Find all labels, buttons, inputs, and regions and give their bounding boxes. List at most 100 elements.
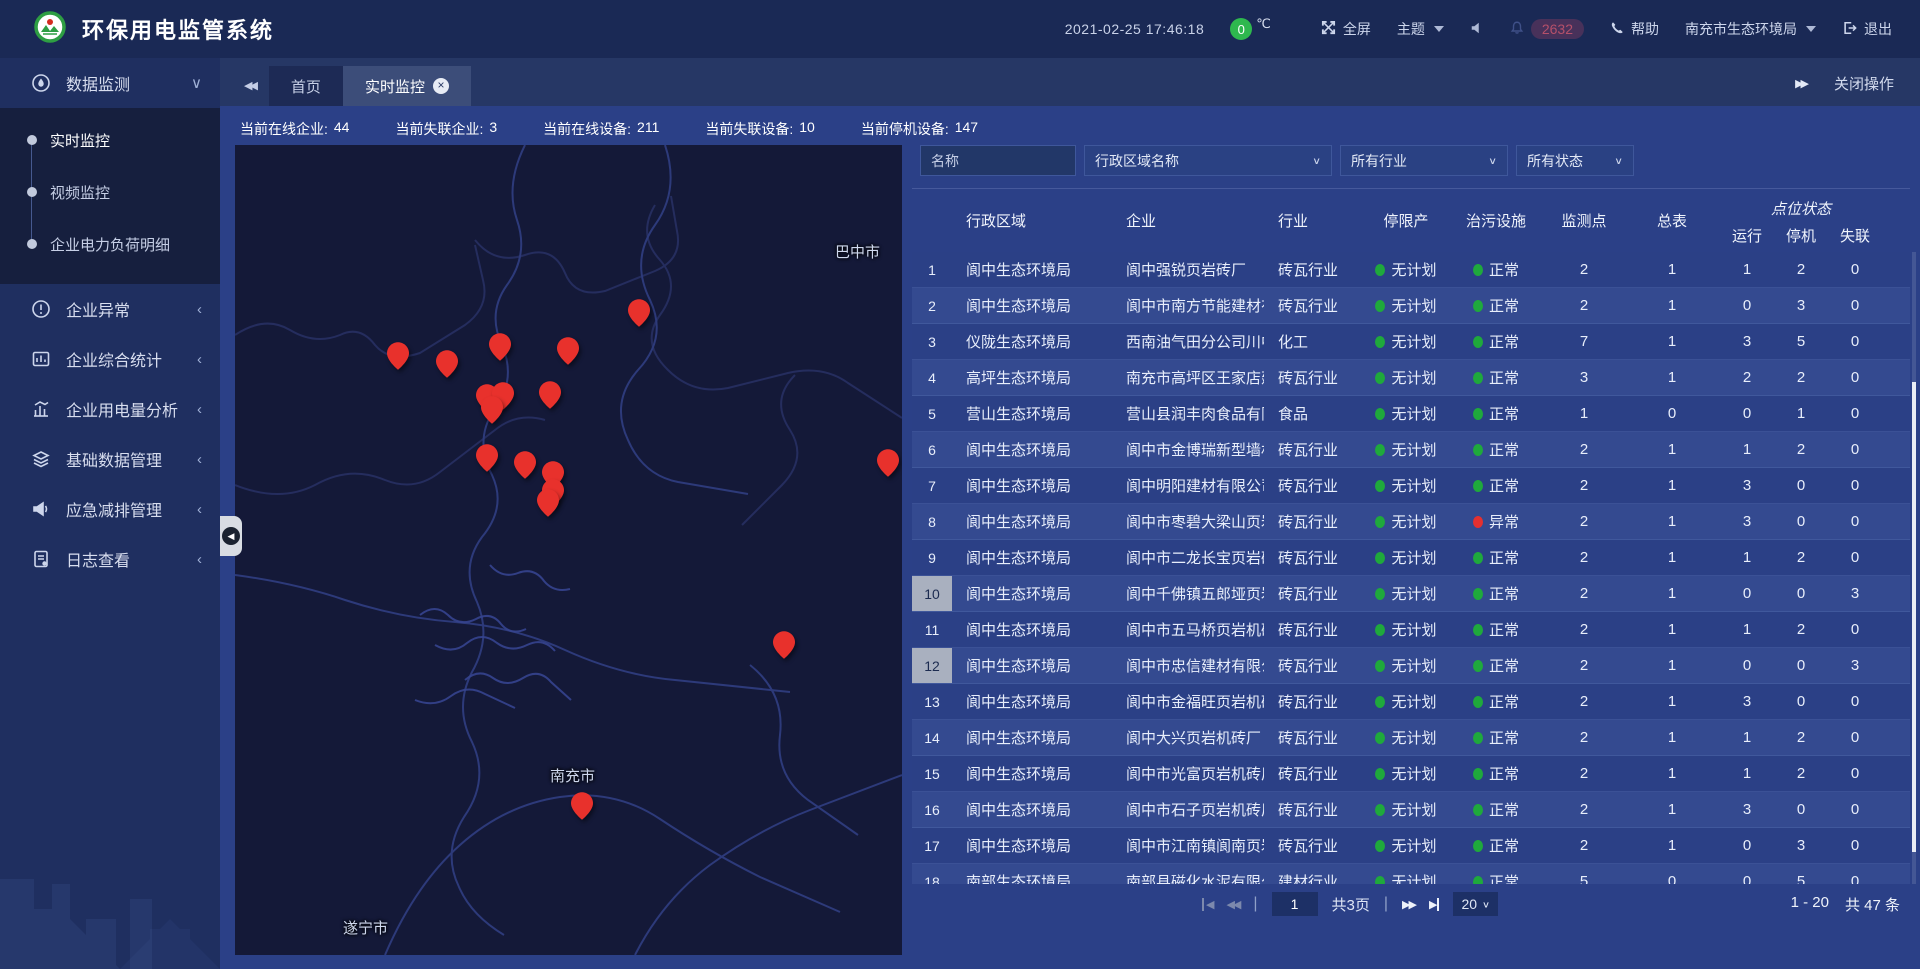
map-pin[interactable]	[387, 342, 409, 370]
map-pin[interactable]	[571, 792, 593, 820]
tabs-scroll-right-button[interactable]: ▶▶	[1795, 77, 1806, 90]
divider: |	[1384, 895, 1388, 913]
tab[interactable]: 实时监控 ×	[343, 66, 471, 106]
cell-meter: 1	[1624, 468, 1720, 503]
cell-meter: 1	[1624, 792, 1720, 827]
tab[interactable]: 首页	[269, 66, 343, 106]
table-row[interactable]: 6 阆中生态环境局 阆中市金博瑞新型墙材 砖瓦行业 无计划 正常 2 1 1 2…	[912, 432, 1910, 468]
status-dot	[1375, 516, 1385, 528]
table-row[interactable]: 16 阆中生态环境局 阆中市石子页岩机砖厂 砖瓦行业 无计划 正常 2 1 3 …	[912, 792, 1910, 828]
status-filter-select[interactable]: 所有状态 ∨	[1516, 145, 1634, 176]
fullscreen-button[interactable]: 全屏	[1321, 19, 1371, 39]
col-halt: 停机	[1774, 219, 1828, 252]
app-logo-icon	[34, 11, 66, 48]
region-filter-select[interactable]: 行政区域名称 ∨	[1084, 145, 1332, 176]
cell-stop-status: 无计划	[1364, 720, 1448, 755]
exit-button[interactable]: 退出	[1842, 19, 1892, 39]
cell-meter: 1	[1624, 432, 1720, 467]
table-row[interactable]: 11 阆中生态环境局 阆中市五马桥页岩机砖 砖瓦行业 无计划 正常 2 1 1 …	[912, 612, 1910, 648]
sidebar-item-layers[interactable]: 基础数据管理 ‹	[0, 434, 220, 484]
table-row[interactable]: 3 仪陇生态环境局 西南油气田分公司川中 化工 无计划 正常 7 1 3 5 0	[912, 324, 1910, 360]
table-row[interactable]: 18 南部生态环境局 南部县磁化水泥有限公 建材行业 无计划 正常 5 0 0 …	[912, 864, 1910, 884]
map-pin[interactable]	[628, 299, 650, 327]
cell-lost: 0	[1828, 612, 1882, 647]
map-pin[interactable]	[539, 381, 561, 409]
cell-points: 7	[1544, 324, 1624, 359]
table-row[interactable]: 14 阆中生态环境局 阆中大兴页岩机砖厂 砖瓦行业 无计划 正常 2 1 1 2…	[912, 720, 1910, 756]
table-row[interactable]: 15 阆中生态环境局 阆中市光富页岩机砖厂 砖瓦行业 无计划 正常 2 1 1 …	[912, 756, 1910, 792]
status-dot	[1473, 300, 1483, 312]
first-page-button[interactable]: ◀	[1202, 898, 1212, 911]
map-collapse-button[interactable]: ◀	[220, 516, 242, 556]
map-pin[interactable]	[476, 444, 498, 472]
map-pin[interactable]	[489, 333, 511, 361]
table-row[interactable]: 9 阆中生态环境局 阆中市二龙长宝页岩砖 砖瓦行业 无计划 正常 2 1 1 2…	[912, 540, 1910, 576]
sidebar-item-gauge[interactable]: 数据监测 ∨	[0, 58, 220, 108]
col-run: 运行	[1720, 219, 1774, 252]
table-scrollbar-thumb[interactable]	[1912, 382, 1916, 852]
cell-facility-status: 正常	[1448, 684, 1544, 719]
table-row[interactable]: 2 阆中生态环境局 阆中市南方节能建材有 砖瓦行业 无计划 正常 2 1 0 3…	[912, 288, 1910, 324]
prev-page-button[interactable]: ◀◀	[1226, 898, 1239, 911]
table-row[interactable]: 8 阆中生态环境局 阆中市枣碧大梁山页岩 砖瓦行业 无计划 异常 2 1 3 0…	[912, 504, 1910, 540]
industry-filter-select[interactable]: 所有行业 ∨	[1340, 145, 1508, 176]
cell-lost: 0	[1828, 468, 1882, 503]
map-pin[interactable]	[773, 631, 795, 659]
cell-points: 2	[1544, 828, 1624, 863]
status-dot	[1375, 768, 1385, 780]
total-pages-label: 共3页	[1332, 894, 1370, 915]
tabs: 首页 实时监控 ×	[269, 58, 471, 106]
map-pin[interactable]	[514, 451, 536, 479]
last-page-button[interactable]: ▶	[1429, 898, 1439, 911]
cell-stop-status: 无计划	[1364, 756, 1448, 791]
speaker-mute-button[interactable]	[1470, 21, 1484, 38]
table-row[interactable]: 10 阆中生态环境局 阆中千佛镇五郎垭页岩 砖瓦行业 无计划 正常 2 1 0 …	[912, 576, 1910, 612]
sidebar-item-alert[interactable]: 企业异常 ‹	[0, 284, 220, 334]
table-row[interactable]: 5 营山生态环境局 营山县润丰肉食品有限 食品 无计划 正常 1 0 0 1 0	[912, 396, 1910, 432]
table-row[interactable]: 7 阆中生态环境局 阆中明阳建材有限公司 砖瓦行业 无计划 正常 2 1 3 0…	[912, 468, 1910, 504]
close-operations-button[interactable]: 关闭操作	[1834, 73, 1894, 94]
cell-run: 0	[1720, 648, 1774, 683]
cell-halt: 0	[1774, 576, 1828, 611]
cell-meter: 1	[1624, 756, 1720, 791]
page-size-select[interactable]: 20 ∨	[1453, 892, 1498, 916]
help-button[interactable]: 帮助	[1610, 19, 1659, 39]
cell-lost: 0	[1828, 864, 1882, 884]
sidebar-item-log[interactable]: 日志查看 ‹	[0, 534, 220, 584]
map-pin[interactable]	[877, 449, 899, 477]
cell-halt: 2	[1774, 756, 1828, 791]
status-dot	[1473, 552, 1483, 564]
cell-halt: 5	[1774, 864, 1828, 884]
map[interactable]: 巴中市南充市遂宁市	[235, 145, 902, 955]
map-pin[interactable]	[537, 489, 559, 517]
table-row[interactable]: 4 高坪生态环境局 南充市高坪区王家店建 砖瓦行业 无计划 正常 3 1 2 2…	[912, 360, 1910, 396]
cell-company: 阆中强锐页岩砖厂	[1112, 252, 1264, 287]
gauge-icon	[30, 72, 52, 94]
sidebar-sub-item[interactable]: 企业电力负荷明细	[0, 218, 220, 270]
cell-points: 2	[1544, 576, 1624, 611]
map-pin[interactable]	[557, 337, 579, 365]
page-number-input[interactable]	[1272, 892, 1318, 916]
table-row[interactable]: 17 阆中生态环境局 阆中市江南镇阆南页岩 砖瓦行业 无计划 正常 2 1 0 …	[912, 828, 1910, 864]
cell-region: 阆中生态环境局	[952, 504, 1112, 539]
tab-close-icon[interactable]: ×	[433, 78, 449, 94]
temperature-display: 0 ℃	[1230, 18, 1271, 40]
name-filter-input[interactable]	[920, 145, 1076, 176]
map-pin[interactable]	[436, 350, 458, 378]
cell-run: 3	[1720, 324, 1774, 359]
table-row[interactable]: 1 阆中生态环境局 阆中强锐页岩砖厂 砖瓦行业 无计划 正常 2 1 1 2 0	[912, 252, 1910, 288]
next-page-button[interactable]: ▶▶	[1402, 898, 1415, 911]
sidebar-item-stats[interactable]: 企业综合统计 ‹	[0, 334, 220, 384]
map-pin[interactable]	[481, 396, 503, 424]
cell-lost: 0	[1828, 396, 1882, 431]
sidebar-item-horn[interactable]: 应急减排管理 ‹	[0, 484, 220, 534]
sidebar-sub-item[interactable]: 实时监控	[0, 114, 220, 166]
notifications-button[interactable]: 2632	[1510, 19, 1584, 39]
table-row[interactable]: 12 阆中生态环境局 阆中市忠信建材有限公 砖瓦行业 无计划 正常 2 1 0 …	[912, 648, 1910, 684]
sidebar-sub-item[interactable]: 视频监控	[0, 166, 220, 218]
sidebar-item-chart[interactable]: 企业用电量分析 ‹	[0, 384, 220, 434]
tabs-scroll-left-button[interactable]: ◀◀	[220, 79, 269, 106]
organization-dropdown[interactable]: 南充市生态环境局	[1685, 19, 1816, 39]
table-row[interactable]: 13 阆中生态环境局 阆中市金福旺页岩机砖 砖瓦行业 无计划 正常 2 1 3 …	[912, 684, 1910, 720]
theme-dropdown[interactable]: 主题	[1397, 19, 1444, 39]
